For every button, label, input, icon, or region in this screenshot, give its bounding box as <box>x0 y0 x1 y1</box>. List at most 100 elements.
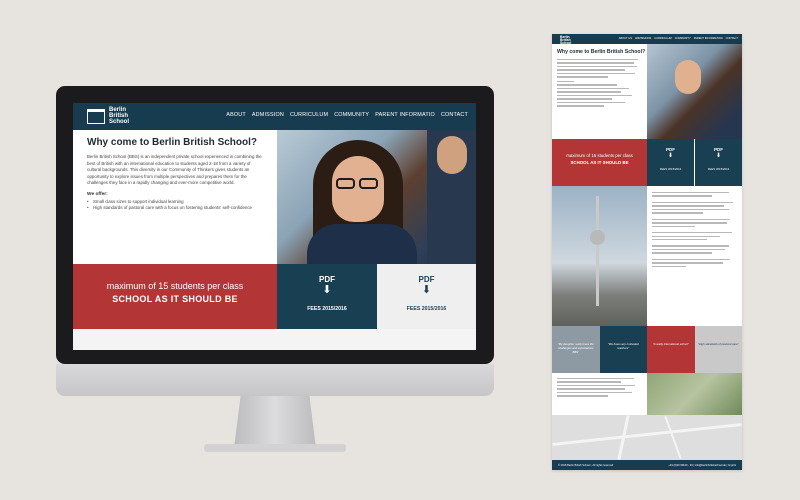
hero-photo <box>277 130 476 264</box>
nav-curriculum[interactable]: CURRICULUM <box>290 112 328 118</box>
logo-line-3: School <box>109 119 130 125</box>
tower-sphere <box>590 230 605 245</box>
quote-tile: "A really international school" <box>647 326 695 373</box>
imac-stand <box>234 396 316 448</box>
preview-class-size-banner: maximum of 15 students per class SCHOOL … <box>552 139 647 186</box>
quote-tile: "My daughter really loves the challenges… <box>552 326 600 373</box>
nav-admission[interactable]: ADMISSION <box>252 112 284 118</box>
preview-intro: Why come to Berlin British School? <box>552 44 647 139</box>
preview-text-line <box>557 384 636 387</box>
preview-nav-community[interactable]: COMMUNITY <box>675 37 691 40</box>
intro-paragraph: Berlin British School (BBS) is an indepe… <box>87 154 262 186</box>
logo-text: Berlin British School <box>109 107 129 125</box>
photo-boy-face <box>437 136 467 174</box>
preview-nav-parent-information[interactable]: PARENT INFORMATION <box>694 37 723 40</box>
preview-text-line <box>557 395 608 397</box>
nav-contact[interactable]: CONTACT <box>441 112 468 118</box>
glasses-lens-right <box>359 178 378 189</box>
quote-tile: "High standards of pastoral care" <box>694 326 742 373</box>
preview-text-line <box>557 69 625 71</box>
nav-community[interactable]: COMMUNITY <box>334 112 369 118</box>
nav-about[interactable]: ABOUT <box>226 112 246 118</box>
full-page-preview: Berlin British School ABOUT US ADMISSION… <box>552 34 742 470</box>
preview-quote-tiles: "My daughter really loves the challenges… <box>552 326 742 373</box>
preview-text-line <box>652 212 703 214</box>
school-crest-icon <box>87 108 105 124</box>
fees-pdf-download-light[interactable]: PDF ⬇ FEES 2015/2016 <box>377 264 476 329</box>
preview-text-line <box>557 62 634 64</box>
preview-text-line <box>652 192 729 194</box>
preview-text-line <box>557 87 630 90</box>
preview-title: Why come to Berlin British School? <box>557 49 646 55</box>
preview-text-line <box>652 225 695 228</box>
preview-text-line <box>652 262 724 264</box>
preview-text-line <box>557 84 617 86</box>
imac-stand-foot <box>204 444 346 452</box>
preview-text-line <box>652 208 729 211</box>
preview-tv-tower-photo <box>552 186 647 326</box>
preview-text-line <box>557 391 632 394</box>
preview-nav-contact[interactable]: CONTACT <box>726 37 738 40</box>
intro-section: Why come to Berlin British School? Berli… <box>73 130 277 264</box>
preview-nav-about[interactable]: ABOUT US <box>619 37 632 40</box>
preview-text-line <box>652 201 733 204</box>
footer-contact[interactable]: +49 (0)30 30109 - 36 | info@berlinbritis… <box>668 464 736 467</box>
photo-body <box>307 224 417 264</box>
preview-hero-photo <box>647 44 742 139</box>
preview-text-line <box>652 258 731 261</box>
class-size-banner: maximum of 15 students per class SCHOOL … <box>73 264 277 329</box>
site-navbar: Berlin British School ABOUT ADMISSION CU… <box>73 103 476 130</box>
preview-text-line <box>652 265 686 268</box>
preview-text-line <box>652 248 726 251</box>
preview-text-line <box>652 218 731 221</box>
nav-parent-information[interactable]: PARENT INFORMATIO <box>375 112 435 118</box>
preview-nav-admissions[interactable]: ADMISSIONS <box>635 37 651 40</box>
preview-fees-pdf-download[interactable]: PDF ⬇ FEES 2015/2016 <box>647 139 694 186</box>
photo-face <box>332 156 384 222</box>
pdf-label: PDF <box>418 275 435 284</box>
site-logo[interactable]: Berlin British School <box>87 107 129 125</box>
fees-pdf-download-dark[interactable]: PDF ⬇ FEES 2015/2016 <box>277 264 377 329</box>
preview-text-line <box>557 94 632 97</box>
banner-line-1: maximum of 15 students per class <box>106 281 244 291</box>
preview-text-line <box>557 378 634 380</box>
preview-text-line <box>557 91 621 93</box>
imac-screen: Berlin British School ABOUT ADMISSION CU… <box>73 103 476 350</box>
preview-text-line <box>652 245 729 247</box>
fees-label: FEES 2015/2016 <box>307 306 347 312</box>
download-arrow-icon: ⬇ <box>322 284 332 296</box>
preview-nav-curriculum[interactable]: CURRICULUM <box>654 37 671 40</box>
download-arrow-icon: ⬇ <box>715 153 722 159</box>
preview-banner-line-1: maximum of 15 students per class <box>566 153 633 158</box>
preview-children-photo <box>647 373 742 415</box>
page-title: Why come to Berlin British School? <box>87 137 258 148</box>
banner-line-2: SCHOOL AS IT SHOULD BE <box>112 294 238 304</box>
preview-text-block <box>552 373 647 415</box>
preview-text-line <box>557 72 636 75</box>
download-arrow-icon: ⬇ <box>421 284 432 296</box>
tower-mast <box>596 196 599 306</box>
quote-tile: "We have very motivated teachers" <box>599 326 647 373</box>
preview-menu: ABOUT US ADMISSIONS CURRICULUM COMMUNITY… <box>619 37 738 40</box>
preview-fees-label: FEES 2015/2016 <box>659 167 682 171</box>
fees-label: FEES 2015/2016 <box>406 306 447 312</box>
offer-title: We offer: <box>87 191 108 197</box>
page-continuation <box>73 329 476 350</box>
map-road <box>664 416 682 459</box>
site-menu: ABOUT ADMISSION CURRICULUM COMMUNITY PAR… <box>226 112 468 118</box>
preview-photo-face <box>675 60 701 94</box>
preview-fees-pdf-download[interactable]: PDF ⬇ FEES 2015/2016 <box>695 139 742 186</box>
preview-text-line <box>652 205 725 207</box>
preview-text-line <box>557 65 637 68</box>
preview-navbar: Berlin British School ABOUT US ADMISSION… <box>552 34 742 45</box>
preview-text-line <box>557 98 613 100</box>
preview-text-line <box>652 232 732 234</box>
pdf-label: PDF <box>319 275 335 284</box>
preview-text-line <box>557 76 608 78</box>
preview-footer: © 2016 Berlin British School - All right… <box>552 460 742 470</box>
preview-text-line <box>557 59 638 61</box>
preview-text-line <box>652 235 720 237</box>
preview-location-map[interactable] <box>552 415 742 460</box>
preview-text-line <box>557 381 621 383</box>
glasses-lens-left <box>336 178 355 189</box>
